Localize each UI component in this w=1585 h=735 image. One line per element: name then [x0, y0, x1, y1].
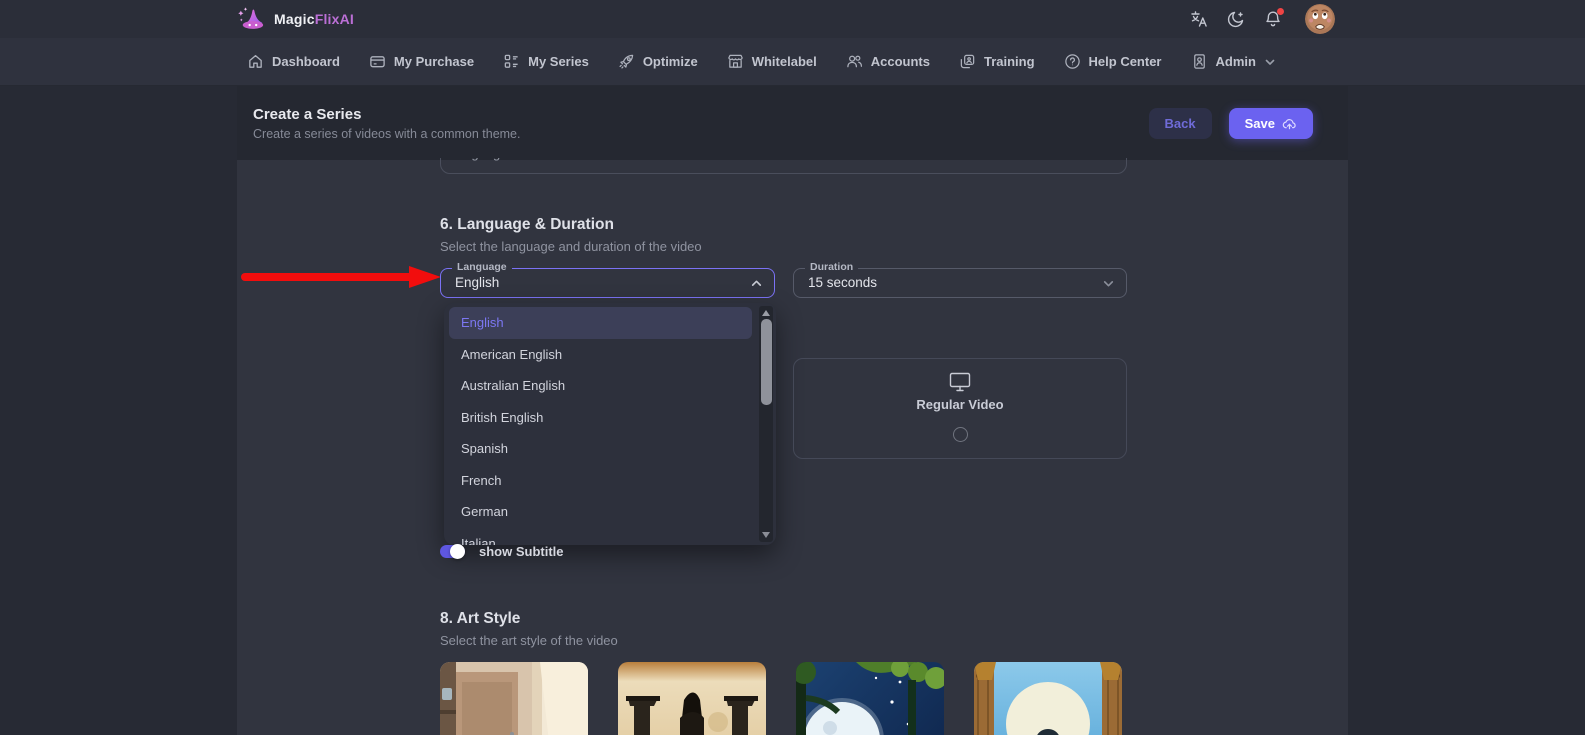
page-header-text: Create a Series Create a series of video…	[253, 106, 520, 141]
option-french[interactable]: French	[449, 465, 752, 497]
nav-label: Optimize	[643, 54, 698, 69]
main-nav: Dashboard My Purchase My Series Optimize…	[0, 38, 1585, 86]
art-style-ink-sketch[interactable]	[618, 662, 766, 735]
page-title: Create a Series	[253, 106, 520, 123]
nav-label: Admin	[1216, 54, 1256, 69]
nav-accounts[interactable]: Accounts	[846, 53, 930, 70]
user-avatar[interactable]	[1305, 4, 1335, 34]
save-button[interactable]: Save	[1229, 108, 1313, 139]
option-german[interactable]: German	[449, 496, 752, 528]
nav-training[interactable]: Training	[959, 53, 1035, 70]
toggle-knob	[450, 544, 465, 559]
chevron-up-icon	[750, 277, 763, 290]
ink-sketch-spartan-image	[618, 662, 766, 735]
nav-label: Help Center	[1089, 54, 1162, 69]
translate-icon[interactable]	[1190, 10, 1208, 28]
red-pointer-arrow	[239, 264, 441, 290]
brand-logo[interactable]: MagicFlixAI	[237, 6, 354, 32]
storefront-icon	[727, 53, 744, 70]
art-style-row	[440, 662, 1122, 735]
nav-label: My Series	[528, 54, 589, 69]
list-icon	[503, 53, 520, 70]
dropdown-scrollbar[interactable]	[759, 306, 773, 542]
chevron-down-icon	[516, 158, 527, 159]
clipped-field-above[interactable]: language	[440, 158, 1127, 176]
duration-select-label: Duration	[805, 261, 858, 274]
credit-card-icon	[369, 53, 386, 70]
nav-my-series[interactable]: My Series	[503, 53, 589, 70]
language-section-heading: 6. Language & Duration	[440, 216, 614, 234]
regular-video-radio[interactable]	[953, 427, 968, 442]
art-style-anime[interactable]	[440, 662, 588, 735]
art-style-comic[interactable]	[974, 662, 1122, 735]
nav-optimize[interactable]: Optimize	[618, 53, 698, 70]
moon-icon[interactable]	[1227, 10, 1245, 28]
option-british-english[interactable]: British English	[449, 402, 752, 434]
page-subtitle: Create a series of videos with a common …	[253, 127, 520, 141]
art-section-subheading: Select the art style of the video	[440, 633, 618, 648]
subtitle-toggle-row: show Subtitle	[440, 544, 564, 559]
nav-admin[interactable]: Admin	[1191, 53, 1276, 70]
nav-whitelabel[interactable]: Whitelabel	[727, 53, 817, 70]
chevron-down-icon	[1102, 277, 1115, 290]
subtitle-toggle[interactable]	[440, 545, 465, 558]
nav-my-purchase[interactable]: My Purchase	[369, 53, 474, 70]
regular-video-label: Regular Video	[916, 397, 1003, 412]
regular-video-card[interactable]: Regular Video	[793, 358, 1127, 459]
brand-name: MagicFlixAI	[274, 11, 354, 27]
art-section-heading: 8. Art Style	[440, 610, 520, 628]
night-cartoon-moon-image	[796, 662, 944, 735]
magic-hat-icon	[237, 6, 267, 32]
subtitle-toggle-label: show Subtitle	[479, 544, 564, 559]
topbar-actions	[1190, 4, 1335, 34]
option-english[interactable]: English	[449, 307, 752, 339]
app-window: MagicFlixAI	[0, 0, 1585, 735]
home-icon	[247, 53, 264, 70]
notification-dot	[1277, 8, 1284, 15]
page-header: Create a Series Create a series of video…	[237, 86, 1348, 160]
back-button[interactable]: Back	[1149, 108, 1212, 139]
help-circle-icon	[1064, 53, 1081, 70]
page-header-actions: Back Save	[1149, 108, 1313, 139]
main-panel: Create a Series Create a series of video…	[237, 86, 1348, 735]
nav-label: Whitelabel	[752, 54, 817, 69]
option-australian-english[interactable]: Australian English	[449, 370, 752, 402]
monitor-icon	[949, 372, 971, 392]
users-icon	[846, 53, 863, 70]
bell-icon[interactable]	[1264, 10, 1282, 28]
art-style-night-cartoon[interactable]	[796, 662, 944, 735]
clipped-field-text: language	[454, 158, 508, 161]
scrollbar-down-arrow[interactable]	[762, 532, 770, 538]
save-button-label: Save	[1245, 116, 1275, 131]
comic-superhero-image	[974, 662, 1122, 735]
language-dropdown-panel: English American English Australian Engl…	[444, 303, 776, 545]
option-spanish[interactable]: Spanish	[449, 433, 752, 465]
option-american-english[interactable]: American English	[449, 339, 752, 371]
language-select-label: Language	[452, 261, 512, 274]
id-card-icon	[1191, 53, 1208, 70]
option-italian[interactable]: Italian	[449, 528, 752, 546]
layers-icon	[959, 53, 976, 70]
nav-label: Accounts	[871, 54, 930, 69]
nav-dashboard[interactable]: Dashboard	[247, 53, 340, 70]
clipped-field-box: language	[440, 158, 1127, 174]
rocket-icon	[618, 53, 635, 70]
anime-girl-room-image	[440, 662, 588, 735]
top-bar: MagicFlixAI	[0, 0, 1585, 38]
scrollbar-thumb[interactable]	[761, 319, 772, 405]
nav-help-center[interactable]: Help Center	[1064, 53, 1162, 70]
cloud-upload-icon	[1282, 116, 1297, 131]
chevron-down-icon	[1264, 56, 1276, 68]
nav-label: My Purchase	[394, 54, 474, 69]
language-select[interactable]: Language English	[440, 268, 775, 298]
duration-select[interactable]: Duration 15 seconds	[793, 268, 1127, 298]
language-section-subheading: Select the language and duration of the …	[440, 239, 702, 254]
nav-label: Training	[984, 54, 1035, 69]
scrollbar-up-arrow[interactable]	[762, 310, 770, 316]
worried-face-avatar	[1305, 4, 1335, 34]
nav-label: Dashboard	[272, 54, 340, 69]
